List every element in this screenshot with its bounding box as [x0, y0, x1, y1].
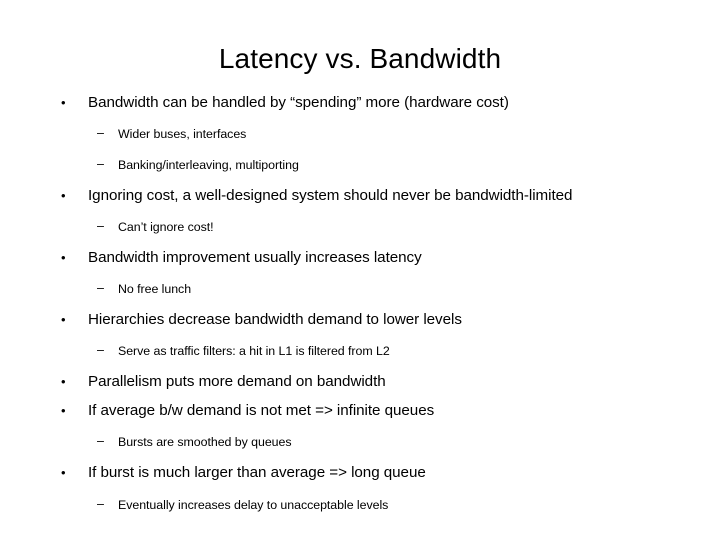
bullet-dash-icon: – [97, 157, 104, 171]
list-item-label: Ignoring cost, a well-designed system sh… [88, 187, 573, 204]
bullet-dash-icon: – [97, 281, 104, 295]
bullet-dash-icon: – [97, 434, 104, 448]
list-item: – Can’t ignore cost! [0, 212, 720, 241]
list-item: • Parallelism puts more demand on bandwi… [0, 367, 720, 396]
bullet-dot-icon: • [61, 374, 66, 389]
list-item: – Eventually increases delay to unaccept… [0, 490, 720, 519]
list-item-label: If burst is much larger than average => … [88, 464, 426, 481]
list-item-label: Serve as traffic filters: a hit in L1 is… [118, 344, 390, 358]
list-item-label: Can’t ignore cost! [118, 220, 214, 234]
bullet-dot-icon: • [61, 188, 66, 203]
bullet-dash-icon: – [97, 343, 104, 357]
list-item-label: Banking/interleaving, multiporting [118, 158, 299, 172]
list-item: – Bursts are smoothed by queues [0, 427, 720, 456]
bullet-list: • Bandwidth can be handled by “spending”… [0, 88, 720, 519]
list-item-label: Eventually increases delay to unacceptab… [118, 498, 389, 512]
list-item-label: Hierarchies decrease bandwidth demand to… [88, 311, 462, 328]
list-item: – Serve as traffic filters: a hit in L1 … [0, 336, 720, 365]
slide-canvas: Latency vs. Bandwidth • Bandwidth can be… [0, 0, 720, 540]
list-item-label: Parallelism puts more demand on bandwidt… [88, 373, 386, 390]
list-item: – Banking/interleaving, multiporting [0, 150, 720, 179]
list-item: • If burst is much larger than average =… [0, 458, 720, 487]
page-title: Latency vs. Bandwidth [218, 43, 502, 74]
bullet-dot-icon: • [61, 250, 66, 265]
bullet-dot-icon: • [61, 465, 66, 480]
bullet-dot-icon: • [61, 312, 66, 327]
list-item: • Bandwidth can be handled by “spending”… [0, 88, 720, 117]
bullet-dash-icon: – [97, 126, 104, 140]
bullet-dot-icon: • [61, 403, 66, 418]
list-item: – Wider buses, interfaces [0, 119, 720, 148]
bullet-dash-icon: – [97, 497, 104, 511]
list-item: • If average b/w demand is not met => in… [0, 396, 720, 425]
list-item-label: If average b/w demand is not met => infi… [88, 402, 435, 419]
list-item: • Ignoring cost, a well-designed system … [0, 181, 720, 210]
list-item-label: No free lunch [118, 282, 192, 296]
bullet-dash-icon: – [97, 219, 104, 233]
list-item: • Bandwidth improvement usually increase… [0, 243, 720, 272]
list-item-label: Bandwidth can be handled by “spending” m… [88, 94, 509, 111]
list-item: • Hierarchies decrease bandwidth demand … [0, 305, 720, 334]
list-item-label: Wider buses, interfaces [118, 127, 247, 141]
list-item: – No free lunch [0, 274, 720, 303]
bullet-dot-icon: • [61, 95, 66, 110]
list-item-label: Bandwidth improvement usually increases … [88, 249, 422, 266]
list-item-label: Bursts are smoothed by queues [118, 435, 292, 449]
